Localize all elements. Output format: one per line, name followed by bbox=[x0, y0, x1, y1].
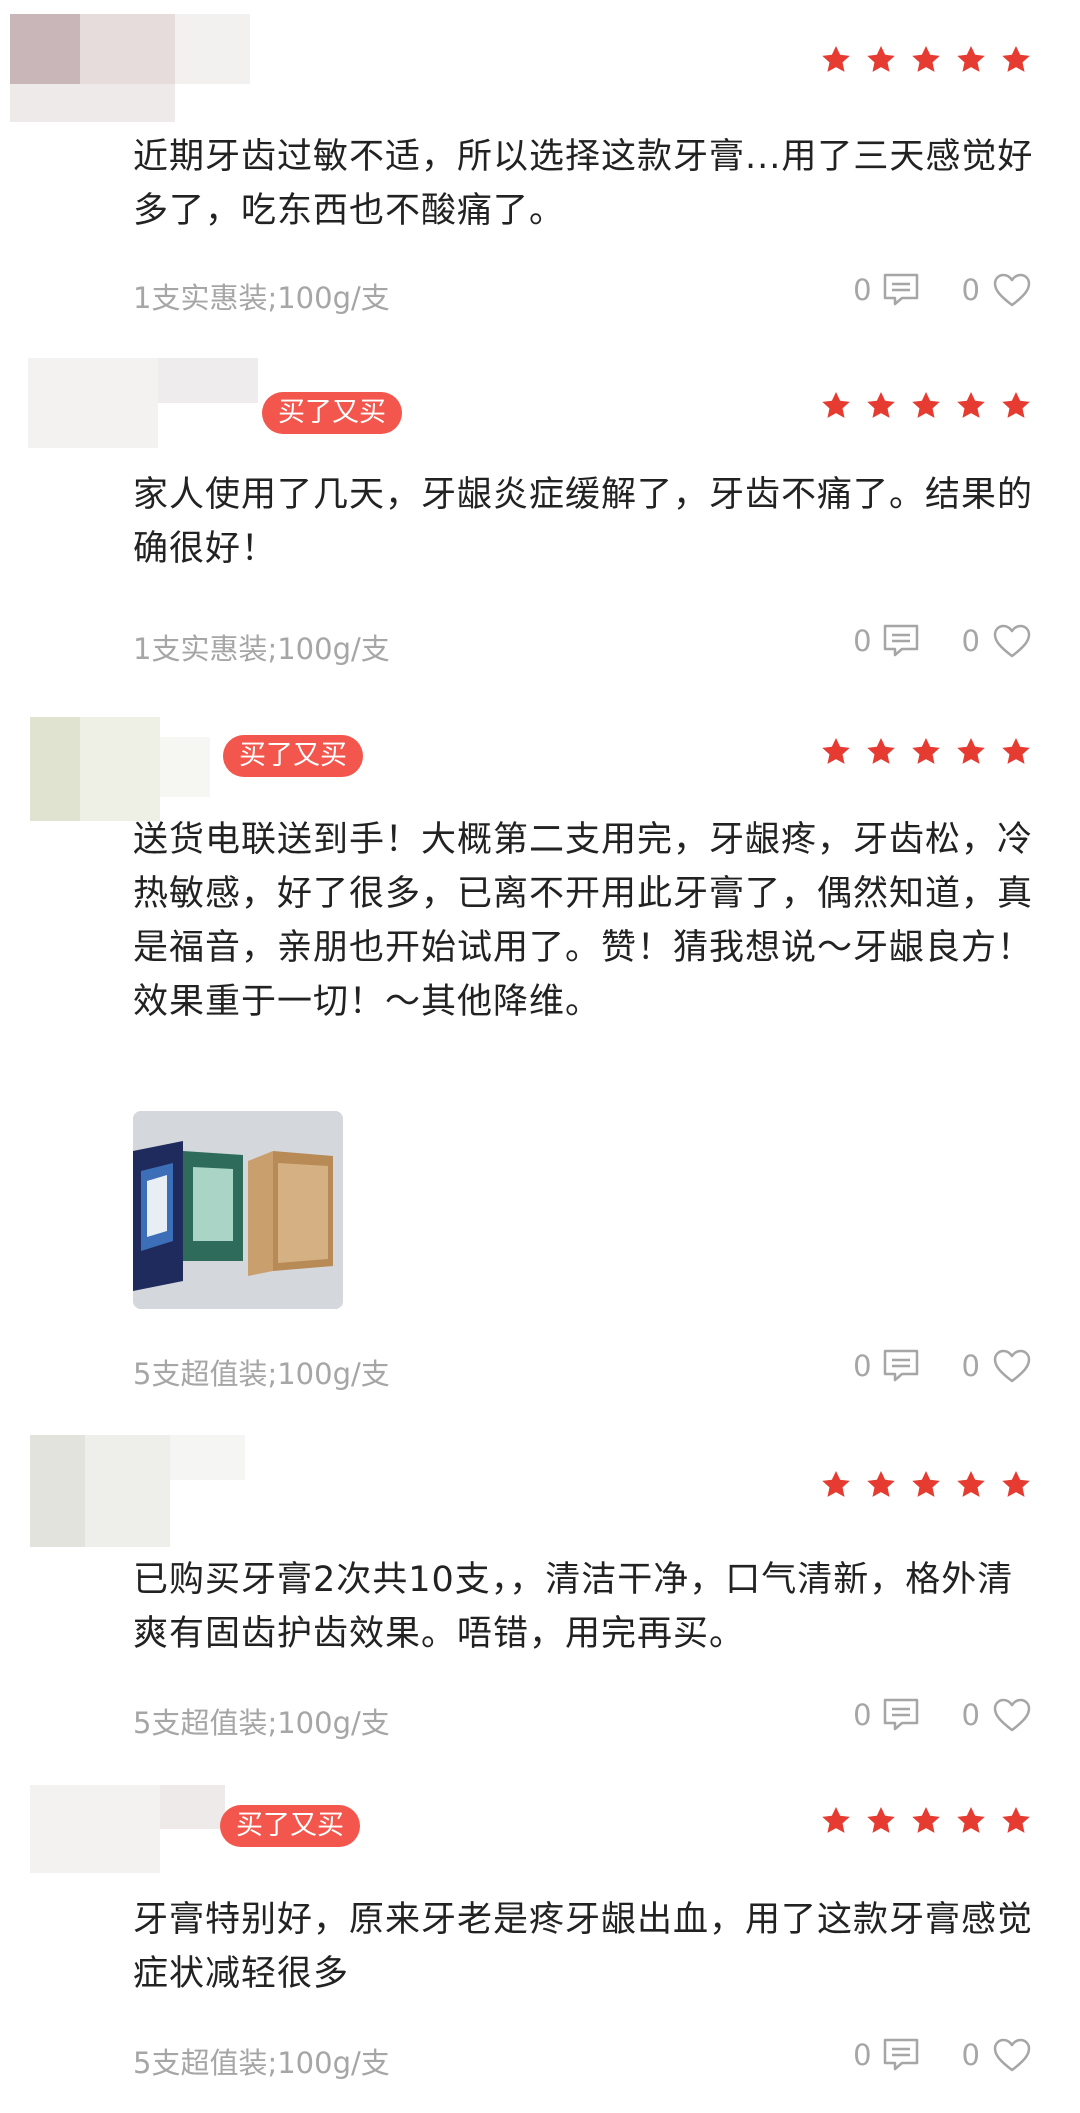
star-icon bbox=[910, 390, 942, 422]
like-count: 0 bbox=[961, 273, 980, 307]
like-count: 0 bbox=[961, 2038, 980, 2072]
star-icon bbox=[910, 1805, 942, 1837]
comment-icon[interactable] bbox=[882, 623, 920, 659]
review-photo[interactable] bbox=[133, 1111, 343, 1309]
star-icon bbox=[865, 390, 897, 422]
avatar[interactable] bbox=[30, 1785, 225, 1873]
review-card: 近期牙齿过敏不适，所以选择这款牙膏...用了三天感觉好多了，吃东西也不酸痛了。 … bbox=[0, 0, 1080, 340]
comment-count: 0 bbox=[853, 1698, 872, 1732]
star-icon bbox=[955, 1805, 987, 1837]
star-icon bbox=[820, 44, 852, 76]
review-actions: 0 0 bbox=[853, 1348, 1032, 1384]
review-actions: 0 0 bbox=[853, 1697, 1032, 1733]
star-icon bbox=[1000, 44, 1032, 76]
heart-icon[interactable] bbox=[992, 1697, 1032, 1733]
star-icon bbox=[910, 1469, 942, 1501]
star-icon bbox=[910, 736, 942, 768]
star-icon bbox=[955, 736, 987, 768]
star-icon bbox=[865, 1805, 897, 1837]
product-spec: 1支实惠装;100g/支 bbox=[133, 281, 390, 315]
product-spec: 1支实惠装;100g/支 bbox=[133, 632, 390, 666]
star-icon bbox=[865, 736, 897, 768]
comment-count: 0 bbox=[853, 273, 872, 307]
rating-stars bbox=[820, 736, 1032, 768]
star-icon bbox=[820, 1805, 852, 1837]
comment-icon[interactable] bbox=[882, 1697, 920, 1733]
star-icon bbox=[1000, 1805, 1032, 1837]
star-icon bbox=[1000, 736, 1032, 768]
heart-icon[interactable] bbox=[992, 272, 1032, 308]
avatar[interactable] bbox=[10, 14, 250, 122]
product-spec: 5支超值装;100g/支 bbox=[133, 1357, 390, 1391]
rating-stars bbox=[820, 1805, 1032, 1837]
rating-stars bbox=[820, 44, 1032, 76]
heart-icon[interactable] bbox=[992, 1348, 1032, 1384]
comment-count: 0 bbox=[853, 1349, 872, 1383]
repeat-buyer-badge: 买了又买 bbox=[220, 1805, 360, 1847]
like-count: 0 bbox=[961, 1698, 980, 1732]
star-icon bbox=[820, 736, 852, 768]
review-text[interactable]: 家人使用了几天，牙龈炎症缓解了，牙齿不痛了。结果的确很好！ bbox=[133, 468, 1043, 576]
star-icon bbox=[820, 1469, 852, 1501]
avatar[interactable] bbox=[28, 358, 258, 448]
comment-icon[interactable] bbox=[882, 1348, 920, 1384]
review-actions: 0 0 bbox=[853, 2037, 1032, 2073]
avatar[interactable] bbox=[30, 717, 210, 821]
review-text[interactable]: 送货电联送到手！大概第二支用完，牙龈疼，牙齿松，冷热敏感，好了很多，已离不开用此… bbox=[133, 813, 1043, 1029]
review-actions: 0 0 bbox=[853, 272, 1032, 308]
repeat-buyer-badge: 买了又买 bbox=[223, 735, 363, 777]
product-spec: 5支超值装;100g/支 bbox=[133, 1706, 390, 1740]
comment-count: 0 bbox=[853, 2038, 872, 2072]
comment-icon[interactable] bbox=[882, 272, 920, 308]
avatar[interactable] bbox=[30, 1435, 245, 1547]
review-card: 已购买牙膏2次共10支，，清洁干净，口气清新，格外清爽有固齿护齿效果。唔错，用完… bbox=[0, 1405, 1080, 1765]
comment-count: 0 bbox=[853, 624, 872, 658]
review-card: 买了又买 家人使用了几天，牙龈炎症缓解了，牙齿不痛了。结果的确很好！ 1支实惠装… bbox=[0, 340, 1080, 685]
star-icon bbox=[1000, 1469, 1032, 1501]
star-icon bbox=[955, 44, 987, 76]
review-card: 买了又买 牙膏特别好，原来牙老是疼牙龈出血，用了这款牙膏感觉症状减轻很多 5支超… bbox=[0, 1765, 1080, 2113]
star-icon bbox=[820, 390, 852, 422]
review-text[interactable]: 牙膏特别好，原来牙老是疼牙龈出血，用了这款牙膏感觉症状减轻很多 bbox=[133, 1893, 1043, 2001]
rating-stars bbox=[820, 1469, 1032, 1501]
heart-icon[interactable] bbox=[992, 2037, 1032, 2073]
star-icon bbox=[865, 44, 897, 76]
review-card: 买了又买 送货电联送到手！大概第二支用完，牙龈疼，牙齿松，冷热敏感，好了很多，已… bbox=[0, 685, 1080, 1405]
heart-icon[interactable] bbox=[992, 623, 1032, 659]
like-count: 0 bbox=[961, 1349, 980, 1383]
star-icon bbox=[955, 390, 987, 422]
review-actions: 0 0 bbox=[853, 623, 1032, 659]
like-count: 0 bbox=[961, 624, 980, 658]
repeat-buyer-badge: 买了又买 bbox=[262, 392, 402, 434]
review-text[interactable]: 已购买牙膏2次共10支，，清洁干净，口气清新，格外清爽有固齿护齿效果。唔错，用完… bbox=[133, 1553, 1043, 1661]
star-icon bbox=[910, 44, 942, 76]
product-spec: 5支超值装;100g/支 bbox=[133, 2046, 390, 2080]
review-text[interactable]: 近期牙齿过敏不适，所以选择这款牙膏...用了三天感觉好多了，吃东西也不酸痛了。 bbox=[133, 130, 1043, 238]
star-icon bbox=[865, 1469, 897, 1501]
comment-icon[interactable] bbox=[882, 2037, 920, 2073]
rating-stars bbox=[820, 390, 1032, 422]
star-icon bbox=[955, 1469, 987, 1501]
star-icon bbox=[1000, 390, 1032, 422]
